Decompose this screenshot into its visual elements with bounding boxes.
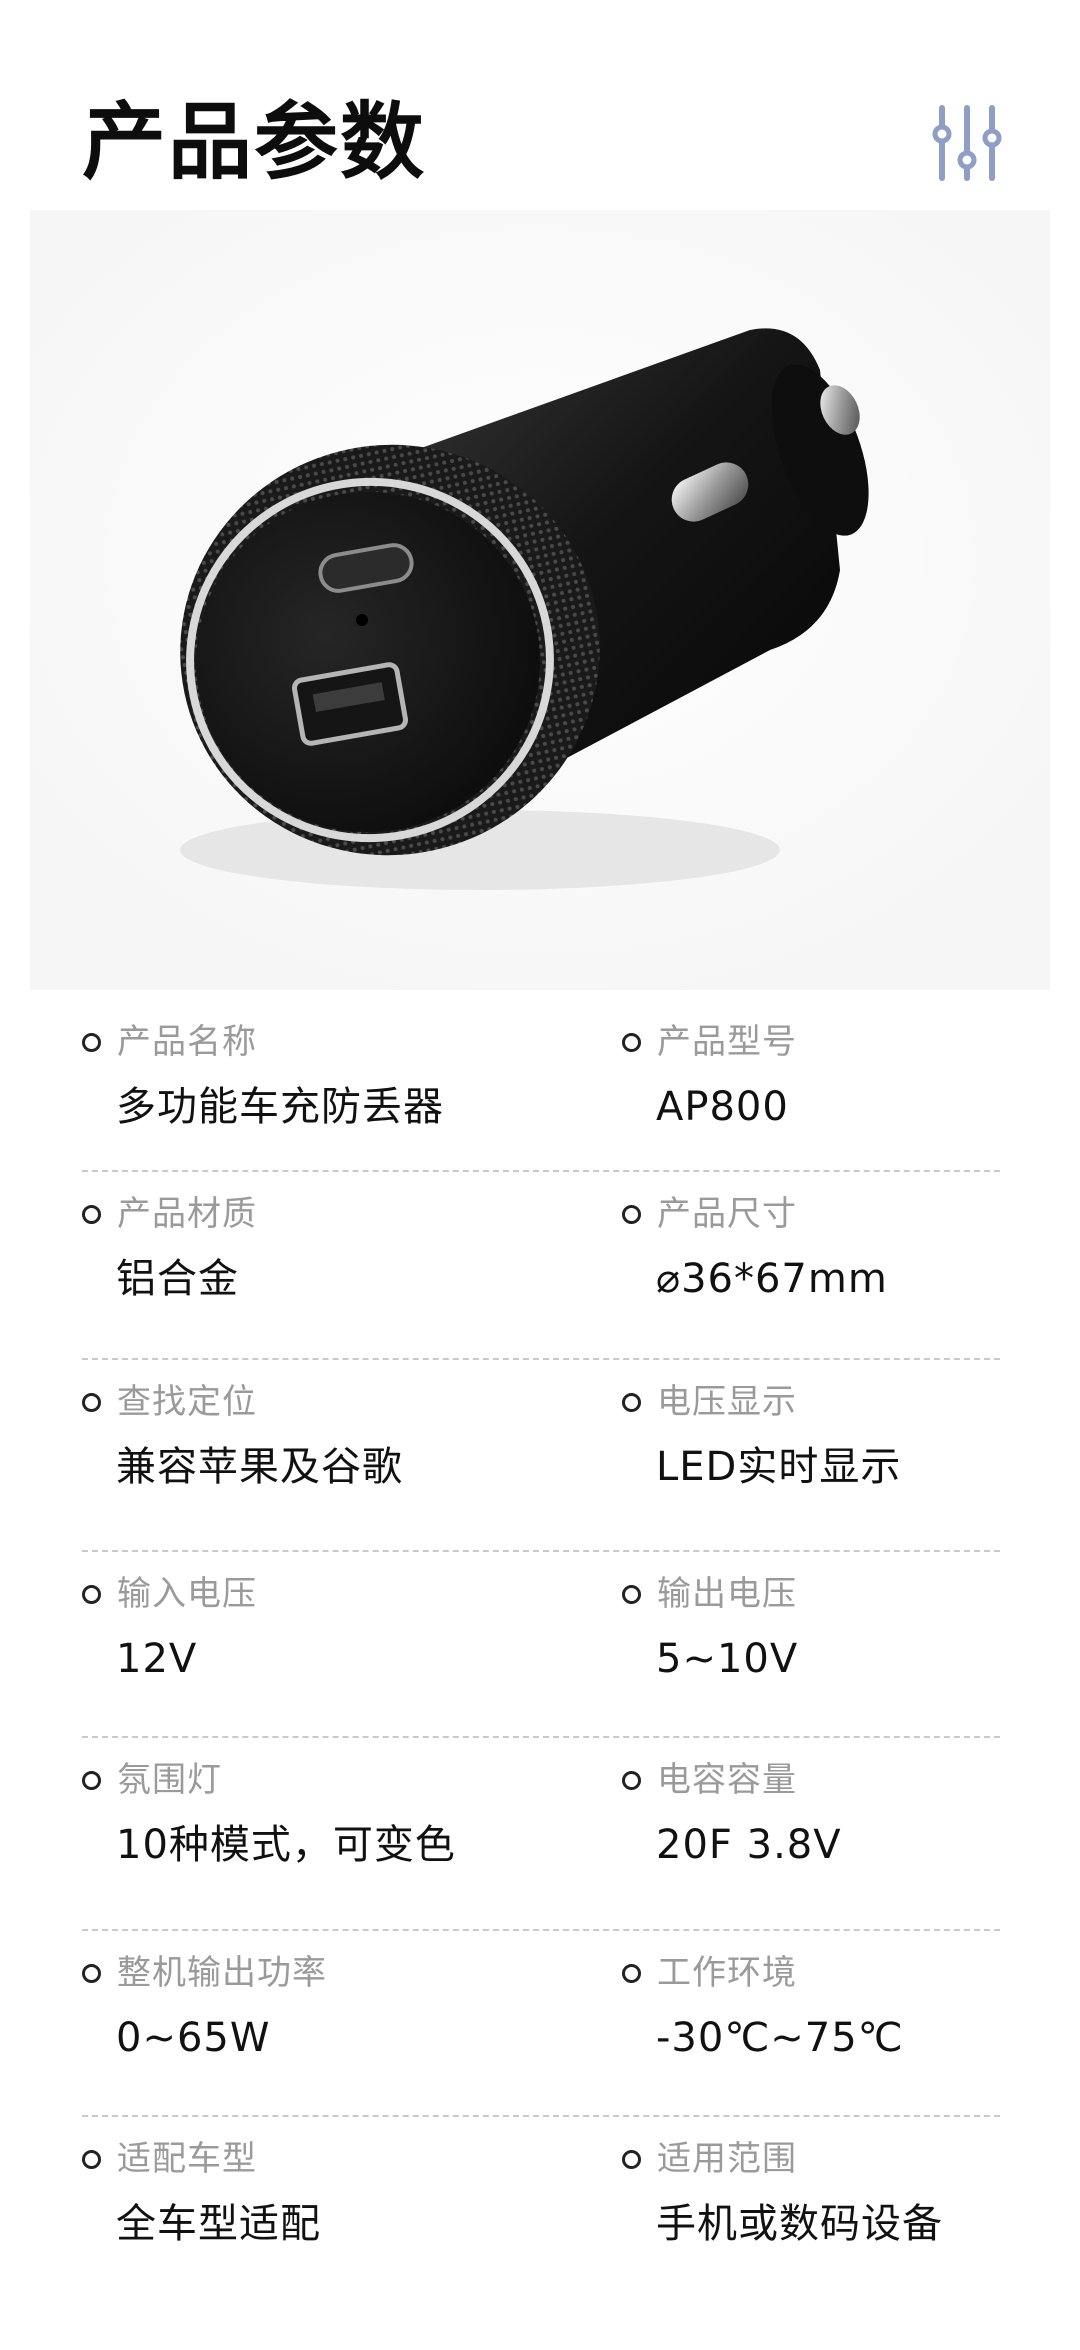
spec-table: 产品名称 多功能车充防丢器 产品型号 AP800 产品材质 铝合金 产品尺寸 ⌀… [82,1000,1000,2307]
spec-value: 手机或数码设备 [656,2201,943,2247]
spec-row: 适配车型 全车型适配 适用范围 手机或数码设备 [82,2117,1000,2307]
spec-row: 查找定位 兼容苹果及谷歌 电压显示 LED实时显示 [82,1360,1000,1552]
spec-row: 整机输出功率 0~65W 工作环境 -30℃~75℃ [82,1931,1000,2117]
bullet-circle-icon [82,1963,101,1983]
bullet-circle-icon [82,1770,101,1790]
bullet-circle-icon [82,1392,101,1412]
spec-label: 适配车型 [117,2139,257,2179]
spec-label: 适用范围 [657,2139,797,2179]
car-charger-photo [30,210,1050,990]
spec-label: 输入电压 [117,1574,257,1614]
spec-item: 产品名称 多功能车充防丢器 [82,1020,502,1132]
spec-value: 全车型适配 [116,2201,321,2247]
spec-label: 产品型号 [657,1022,797,1062]
spec-item: 适用范围 手机或数码设备 [622,2137,1042,2249]
spec-value: 兼容苹果及谷歌 [116,1444,403,1490]
spec-item: 整机输出功率 0~65W [82,1951,502,2063]
bullet-circle-icon [622,1032,641,1052]
spec-value: 铝合金 [116,1256,239,1302]
spec-label: 工作环境 [657,1953,797,1993]
spec-item: 电容容量 20F 3.8V [622,1758,1042,1870]
spec-value: 10种模式，可变色 [116,1822,456,1868]
spec-value: -30℃~75℃ [656,2015,904,2061]
spec-value: 0~65W [116,2015,271,2061]
spec-value: 12V [116,1636,198,1682]
spec-item: 产品尺寸 ⌀36*67mm [622,1192,1042,1304]
spec-item: 氛围灯 10种模式，可变色 [82,1758,502,1870]
bullet-circle-icon [82,1032,101,1052]
spec-value: AP800 [656,1084,789,1130]
bullet-circle-icon [82,1204,101,1224]
spec-value: 多功能车充防丢器 [116,1084,444,1130]
bullet-circle-icon [82,1584,101,1604]
bullet-circle-icon [622,1392,641,1412]
spec-item: 查找定位 兼容苹果及谷歌 [82,1380,502,1492]
spec-label: 产品材质 [117,1194,257,1234]
spec-label: 电压显示 [657,1382,797,1422]
spec-label: 产品名称 [117,1022,257,1062]
bullet-circle-icon [622,1204,641,1224]
spec-label: 查找定位 [117,1382,257,1422]
spec-item: 电压显示 LED实时显示 [622,1380,1042,1492]
spec-item: 产品材质 铝合金 [82,1192,502,1304]
spec-item: 输出电压 5~10V [622,1572,1042,1684]
spec-value: 20F 3.8V [656,1822,842,1868]
page-header: 产品参数 [82,92,1002,224]
bullet-circle-icon [622,2149,641,2169]
spec-item: 适配车型 全车型适配 [82,2137,502,2249]
spec-label: 氛围灯 [117,1760,222,1800]
page-title: 产品参数 [82,93,427,191]
spec-label: 产品尺寸 [657,1194,797,1234]
spec-value: ⌀36*67mm [656,1256,888,1302]
spec-label: 电容容量 [657,1760,797,1800]
spec-item: 工作环境 -30℃~75℃ [622,1951,1042,2063]
bullet-circle-icon [622,1584,641,1604]
bullet-circle-icon [622,1963,641,1983]
spec-item: 产品型号 AP800 [622,1020,1042,1132]
spec-label: 输出电压 [657,1574,797,1614]
bullet-circle-icon [622,1770,641,1790]
spec-row: 氛围灯 10种模式，可变色 电容容量 20F 3.8V [82,1738,1000,1931]
spec-row: 产品材质 铝合金 产品尺寸 ⌀36*67mm [82,1172,1000,1360]
spec-value: 5~10V [656,1636,799,1682]
spec-item: 输入电压 12V [82,1572,502,1684]
spec-row: 输入电压 12V 输出电压 5~10V [82,1552,1000,1738]
spec-value: LED实时显示 [656,1444,902,1490]
sliders-icon [932,105,1002,181]
spec-label: 整机输出功率 [117,1953,327,1993]
spec-row: 产品名称 多功能车充防丢器 产品型号 AP800 [82,1000,1000,1172]
bullet-circle-icon [82,2149,101,2169]
